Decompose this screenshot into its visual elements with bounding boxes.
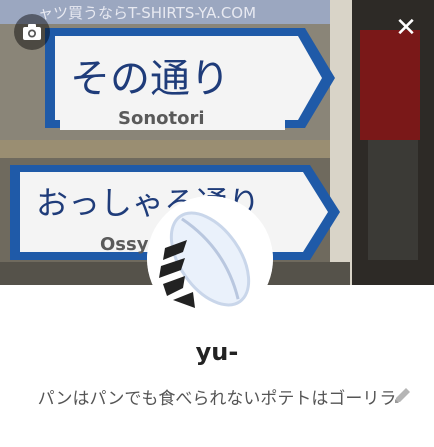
profile-name: yu- xyxy=(195,338,239,366)
rugby-ball-icon xyxy=(147,196,273,322)
pencil-icon xyxy=(395,388,410,403)
change-cover-button[interactable] xyxy=(14,14,50,50)
profile-bio: パンはパンでも食べられないポテトはゴーリラ xyxy=(37,389,397,409)
sign-top-jp: その通り xyxy=(70,56,230,102)
close-button[interactable]: ✕ xyxy=(388,10,424,46)
edit-profile-button[interactable] xyxy=(392,384,414,406)
close-icon: ✕ xyxy=(395,13,417,43)
avatar[interactable] xyxy=(147,196,273,322)
camera-icon xyxy=(23,24,41,40)
shop-sign-text: ャツ買うならT-SHIRTS-YA.COM xyxy=(38,4,256,22)
sign-top-en: Sonotori xyxy=(118,108,205,129)
